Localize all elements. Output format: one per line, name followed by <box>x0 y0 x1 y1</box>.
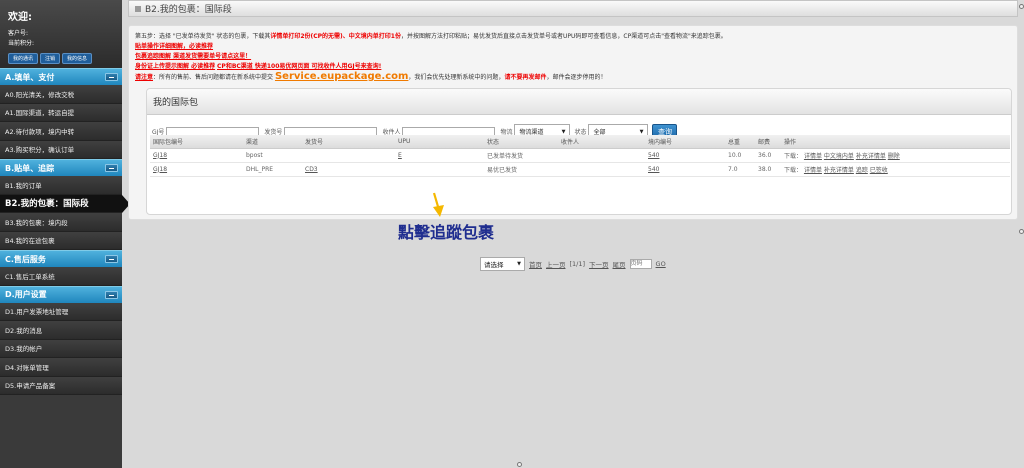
nav-item-a2[interactable]: A2.待付款项，境内中转 <box>0 122 122 141</box>
supplement-detail-link[interactable]: 补充详情单 <box>856 153 886 160</box>
chinese-domestic-sheet-link[interactable]: 中文境内单 <box>824 153 854 160</box>
go-button[interactable]: GO <box>656 260 666 268</box>
ship-number-link[interactable]: CD3 <box>302 162 395 177</box>
my-info-button[interactable]: 我的信息 <box>62 53 93 64</box>
table-header: 国际包编号 渠道 发货号 UPU 状态 收件人 境内编号 总重 邮费 操作 <box>150 135 1010 149</box>
id-upload-guide-link[interactable]: 身份证上传提示图解 必读推荐 <box>135 63 215 70</box>
nav-item-b2[interactable]: B2.我的包裹：国际段 <box>0 194 130 213</box>
page-title: B2.我的包裹：国际段 <box>145 5 232 15</box>
table-row: GJ18 DHL_PRE CD3 易优已发货 540 7.0 38.0 下载： … <box>150 162 1010 177</box>
nav-item-a3[interactable]: A3.购买积分，确认订单 <box>0 140 122 159</box>
nav-item-b4[interactable]: B4.我的在途包裹 <box>0 231 122 250</box>
nav-item-d3[interactable]: D3.我的帐户 <box>0 339 122 358</box>
nav-item-a0[interactable]: A0.阳光清关，修改交税 <box>0 85 122 104</box>
scroll-handle-icon[interactable] <box>1019 229 1024 234</box>
page-info: [1/1] <box>569 260 586 268</box>
sidebar: 欢迎: 客户号: 当前积分: 我的通讯 注销 我的信息 A.填单、支付 A0.阳… <box>0 0 130 468</box>
packages-table: 国际包编号 渠道 发货号 UPU 状态 收件人 境内编号 总重 邮费 操作 GJ <box>150 135 1010 177</box>
scroll-handle-icon[interactable] <box>517 462 522 467</box>
nav-item-d1[interactable]: D1.用户发票地址管理 <box>0 302 122 321</box>
table-row: GJ18 bpost E 已发单待发货 540 10.0 36.0 下载： 详情… <box>150 148 1010 163</box>
nav-item-a1[interactable]: A1.国际渠道，转运自提 <box>0 103 122 122</box>
package-id-link[interactable]: GJ18 <box>150 148 243 163</box>
customer-label: 客户号: <box>8 30 29 37</box>
arrow-down-icon <box>432 192 444 217</box>
nav-item-d2[interactable]: D2.我的消息 <box>0 321 122 340</box>
last-page-link[interactable]: 尾页 <box>613 259 626 269</box>
detail-sheet-link[interactable]: 详情单 <box>804 153 822 160</box>
collapse-icon[interactable] <box>105 290 118 299</box>
prev-page-link[interactable]: 上一页 <box>546 259 566 269</box>
first-page-link[interactable]: 首页 <box>529 259 542 269</box>
scroll-handle-icon[interactable] <box>1019 4 1024 9</box>
signed-link[interactable]: 已签收 <box>870 167 888 174</box>
ship-number-link[interactable] <box>302 148 395 163</box>
tracking-guide-link[interactable]: 包裹追踪图解 渠道发货需要单号请点这里！ <box>135 53 251 60</box>
international-packages-box: 我的国际包 GJ号 发货号 收件人 物流 物流渠道 ▼ 状态 全部 ▼ 查询 国… <box>146 88 1012 271</box>
domestic-number-link[interactable]: 540 <box>645 162 725 177</box>
page-title-bar: B2.我的包裹：国际段 <box>128 0 1018 17</box>
page-number-input[interactable] <box>629 259 652 269</box>
section-c-header[interactable]: C.售后服务 <box>0 250 122 267</box>
detail-sheet-link[interactable]: 详情单 <box>804 167 822 174</box>
main-content: B2.我的包裹：国际段 第五步：选择 "已发单待发货" 状态的包裹，下载其详情单… <box>122 0 1024 468</box>
section-a-header[interactable]: A.填单、支付 <box>0 68 122 85</box>
domestic-number-link[interactable]: 540 <box>645 148 725 163</box>
upu-link[interactable]: E <box>395 148 484 163</box>
label-guide-link[interactable]: 贴单操作详细图解，必读推荐 <box>135 43 213 50</box>
welcome-title: 欢迎: <box>8 12 32 23</box>
package-id-link[interactable]: GJ18 <box>150 162 243 177</box>
collapse-icon[interactable] <box>105 164 118 172</box>
square-icon <box>135 5 141 12</box>
chevron-down-icon: ▼ <box>517 261 521 267</box>
section-b-header[interactable]: B.贴单、追踪 <box>0 159 122 176</box>
chevron-down-icon: ▼ <box>561 128 566 135</box>
box-title: 我的国际包 <box>147 89 1011 115</box>
delete-link[interactable]: 删除 <box>888 153 900 160</box>
service-link[interactable]: Service.eupackage.com <box>275 71 408 82</box>
supplement-detail-link[interactable]: 补充详情单 <box>824 167 854 174</box>
page-select[interactable]: 请选择 ▼ <box>480 257 525 271</box>
instructions: 第五步：选择 "已发单待发货" 状态的包裹，下载其详情单打印2份(CP的无需)、… <box>135 33 727 82</box>
nav-item-d4[interactable]: D4.对账单管理 <box>0 358 122 377</box>
welcome-panel: 欢迎: 客户号: 当前积分: 我的通讯 注销 我的信息 <box>0 0 122 68</box>
nav-item-b3[interactable]: B3.我的包裹：境内段 <box>0 213 122 232</box>
section-d-header[interactable]: D.用户设置 <box>0 285 122 303</box>
points-label: 当前积分: <box>8 40 35 47</box>
chevron-down-icon: ▼ <box>639 128 644 135</box>
my-messages-button[interactable]: 我的通讯 <box>8 53 39 64</box>
annotation-text: 點擊追蹤包裹 <box>398 223 495 242</box>
upu-link[interactable] <box>395 162 484 177</box>
nav-item-c1[interactable]: C1.售后工单系统 <box>0 267 122 286</box>
content-panel: 第五步：选择 "已发单待发货" 状态的包裹，下载其详情单打印2份(CP的无需)、… <box>128 25 1018 271</box>
next-page-link[interactable]: 下一页 <box>589 259 609 269</box>
collapse-icon[interactable] <box>105 73 118 81</box>
pagination: 请选择▼ 首页 上一页 [1/1] 下一页 尾页 GO <box>480 257 666 271</box>
collapse-icon[interactable] <box>105 255 118 263</box>
nav-item-b1[interactable]: B1.我的订单 <box>0 176 122 195</box>
nav-item-d5[interactable]: D5.申请产品备案 <box>0 376 122 395</box>
kuaidi100-link[interactable]: CP和BC渠道 快递100易优网页面 可找收件人用GJ号来查询! <box>217 63 381 70</box>
logout-button[interactable]: 注销 <box>40 53 61 64</box>
track-link[interactable]: 追踪 <box>856 167 868 174</box>
